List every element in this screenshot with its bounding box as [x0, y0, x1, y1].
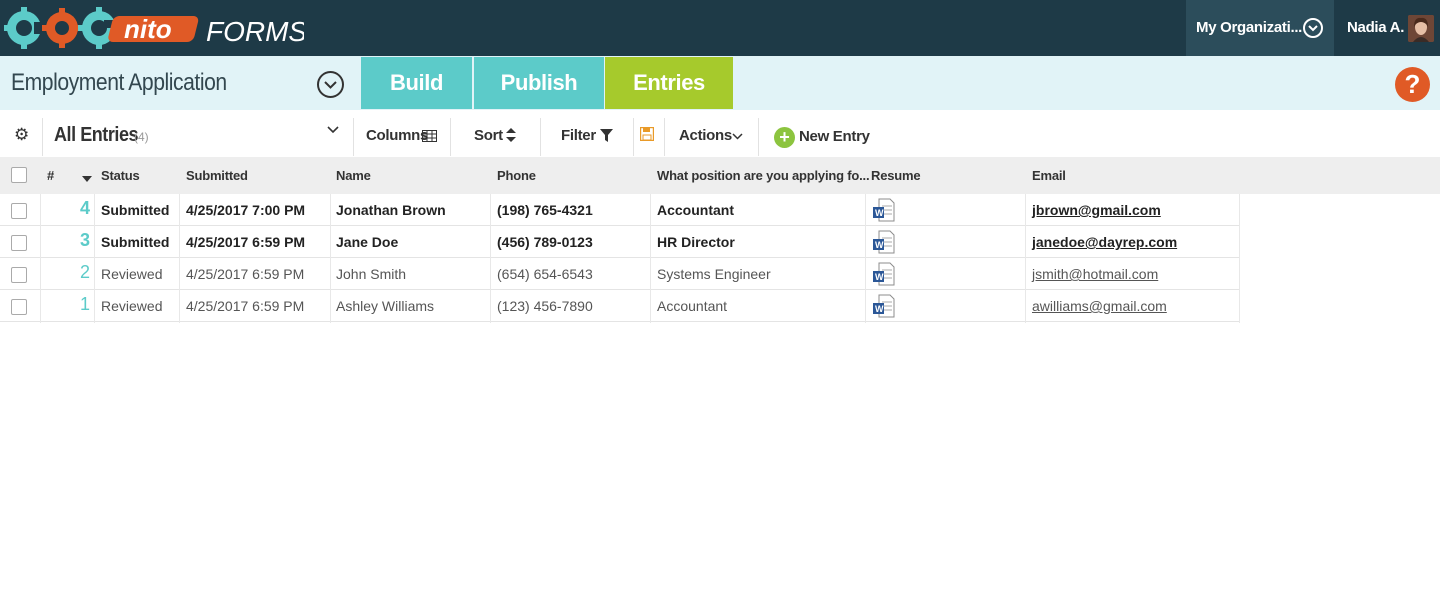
chevron-down-icon[interactable]: [326, 123, 340, 141]
column-divider: [94, 194, 95, 323]
actions-button[interactable]: Actions: [679, 127, 732, 144]
word-document-icon[interactable]: W: [873, 294, 895, 318]
column-divider: [1239, 194, 1240, 323]
entry-submitted: 4/25/2017 6:59 PM: [186, 298, 305, 314]
chevron-down-icon: [1303, 18, 1323, 38]
row-checkbox[interactable]: [11, 203, 27, 219]
entry-submitted: 4/25/2017 7:00 PM: [186, 202, 306, 218]
word-document-icon[interactable]: W: [873, 230, 895, 254]
form-title[interactable]: Employment Application: [11, 69, 227, 97]
table-row[interactable]: 4 Submitted 4/25/2017 7:00 PM Jonathan B…: [0, 194, 1240, 226]
columns-button[interactable]: Columns: [366, 127, 428, 144]
sort-icon: [506, 128, 516, 145]
table-row[interactable]: 2 Reviewed 4/25/2017 6:59 PM John Smith …: [0, 258, 1240, 290]
svg-text:W: W: [875, 208, 884, 218]
entry-status: Reviewed: [101, 266, 163, 282]
entry-number: 2: [79, 262, 90, 282]
word-document-icon[interactable]: W: [873, 198, 895, 222]
sort-button[interactable]: Sort: [474, 127, 503, 144]
table-row[interactable]: 3 Submitted 4/25/2017 6:59 PM Jane Doe (…: [0, 226, 1240, 258]
row-checkbox[interactable]: [11, 299, 27, 315]
svg-text:nito: nito: [124, 14, 172, 44]
column-header-name[interactable]: Name: [336, 168, 371, 183]
column-divider: [490, 194, 491, 323]
column-header-status[interactable]: Status: [101, 168, 140, 183]
organization-name: My Organizati...: [1196, 19, 1303, 36]
tab-build[interactable]: Build: [361, 57, 472, 109]
divider: [353, 118, 354, 156]
organization-switcher[interactable]: My Organizati...: [1186, 0, 1334, 56]
row-checkbox[interactable]: [11, 267, 27, 283]
gear-icon[interactable]: ⚙: [14, 125, 29, 145]
column-divider: [865, 194, 866, 323]
entry-number: 4: [79, 198, 90, 218]
divider: [758, 118, 759, 156]
entry-submitted: 4/25/2017 6:59 PM: [186, 266, 305, 282]
column-header-email[interactable]: Email: [1032, 168, 1066, 183]
entry-status: Submitted: [101, 234, 170, 250]
table-grid-icon: [422, 129, 437, 145]
cognito-forms-logo[interactable]: nito FORMS: [4, 6, 304, 50]
column-divider: [40, 194, 41, 323]
tab-entries[interactable]: Entries: [605, 57, 733, 109]
entry-name: Jonathan Brown: [336, 202, 446, 218]
filter-button[interactable]: Filter: [561, 127, 596, 144]
entry-name: Ashley Williams: [336, 298, 435, 314]
avatar[interactable]: [1408, 15, 1434, 42]
entry-phone: (654) 654-6543: [497, 266, 593, 282]
entry-email[interactable]: janedoe@dayrep.com: [1032, 234, 1177, 250]
column-divider: [330, 194, 331, 323]
divider: [42, 118, 43, 156]
view-count: (4): [134, 130, 149, 144]
select-all-checkbox[interactable]: [11, 167, 27, 183]
entry-name: Jane Doe: [336, 234, 399, 250]
help-button[interactable]: ?: [1395, 67, 1430, 102]
word-document-icon[interactable]: W: [873, 262, 895, 286]
entry-email[interactable]: jsmith@hotmail.com: [1032, 266, 1158, 282]
entry-name: John Smith: [336, 266, 407, 282]
entry-phone: (456) 789-0123: [497, 234, 593, 250]
svg-text:W: W: [875, 240, 884, 250]
entry-position: Accountant: [657, 202, 734, 218]
entry-phone: (198) 765-4321: [497, 202, 593, 218]
entry-position: Accountant: [657, 298, 728, 314]
new-entry-button[interactable]: New Entry: [799, 128, 870, 145]
divider: [664, 118, 665, 156]
svg-text:W: W: [875, 304, 884, 314]
entry-position: Systems Engineer: [657, 266, 771, 282]
column-header-phone[interactable]: Phone: [497, 168, 536, 183]
column-divider: [650, 194, 651, 323]
entry-status: Submitted: [101, 202, 170, 218]
entry-number: 1: [79, 294, 90, 314]
user-name[interactable]: Nadia A.: [1347, 19, 1404, 36]
column-header-position[interactable]: What position are you applying fo...: [657, 168, 870, 183]
divider: [450, 118, 451, 156]
chevron-down-icon: [732, 129, 743, 145]
column-divider: [179, 194, 180, 323]
plus-circle-icon[interactable]: +: [774, 127, 795, 148]
column-divider: [1025, 194, 1026, 323]
divider: [633, 118, 634, 156]
tab-publish[interactable]: Publish: [474, 57, 604, 109]
logo-forms-text: FORMS: [206, 16, 304, 47]
view-name[interactable]: All Entries: [54, 124, 139, 147]
table-row[interactable]: 1 Reviewed 4/25/2017 6:59 PM Ashley Will…: [0, 290, 1240, 322]
column-header-submitted[interactable]: Submitted: [186, 168, 248, 183]
entry-position: HR Director: [657, 234, 735, 250]
column-header-number[interactable]: #: [47, 168, 54, 183]
form-menu-chevron-icon[interactable]: [317, 71, 344, 98]
entry-submitted: 4/25/2017 6:59 PM: [186, 234, 306, 250]
entry-email[interactable]: jbrown@gmail.com: [1032, 202, 1161, 218]
sort-desc-icon[interactable]: [82, 171, 92, 186]
filter-icon: [600, 129, 613, 145]
row-checkbox[interactable]: [11, 235, 27, 251]
divider: [540, 118, 541, 156]
save-view-icon[interactable]: [639, 126, 655, 144]
entry-number: 3: [79, 230, 90, 250]
column-header-resume[interactable]: Resume: [871, 168, 921, 183]
entry-email[interactable]: awilliams@gmail.com: [1032, 298, 1167, 314]
entry-phone: (123) 456-7890: [497, 298, 593, 314]
entry-status: Reviewed: [101, 298, 163, 314]
svg-text:W: W: [875, 272, 884, 282]
